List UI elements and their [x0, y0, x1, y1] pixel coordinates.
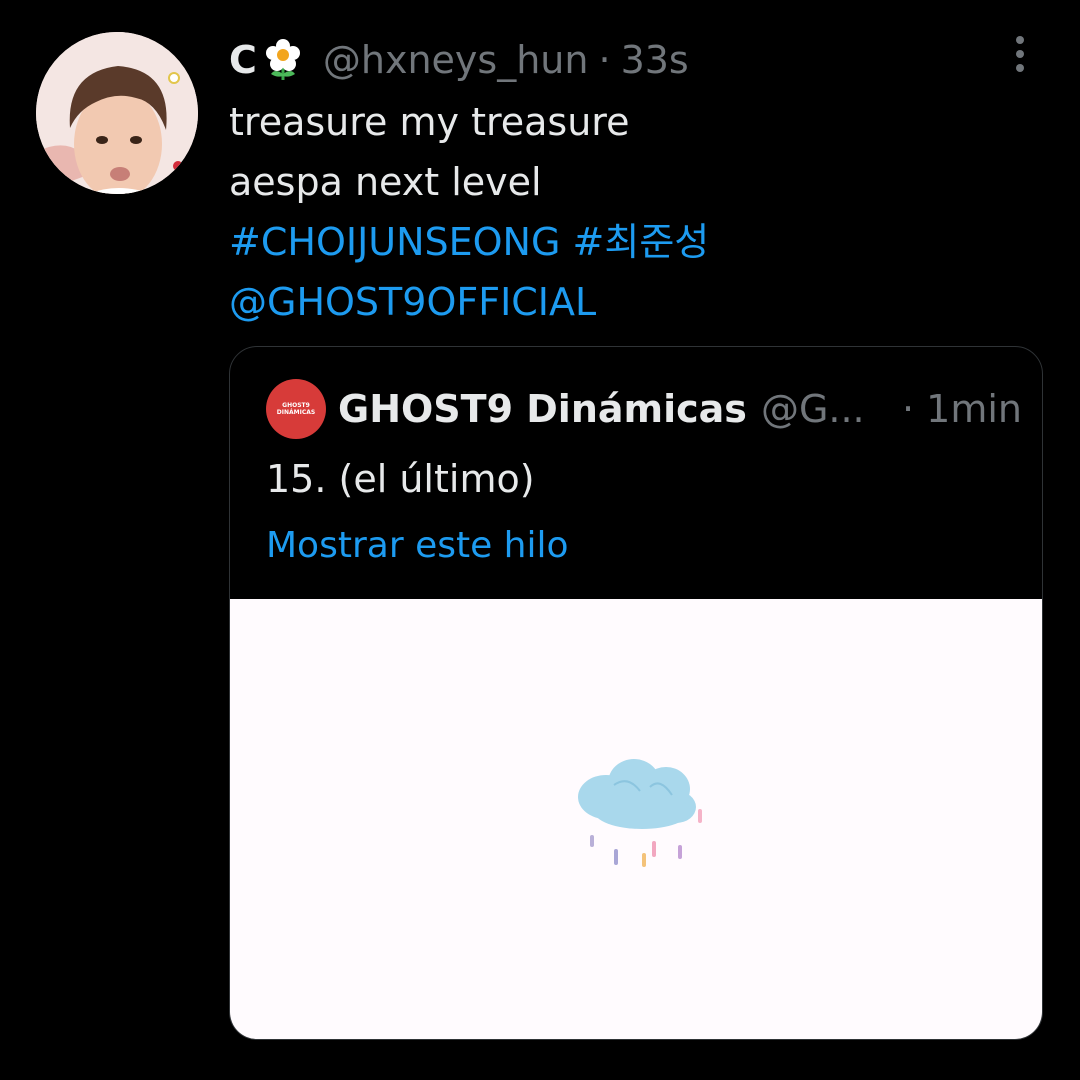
text-line: treasure my treasure [229, 100, 630, 144]
hashtag-link[interactable]: #CHOIJUNSEONG [229, 220, 560, 264]
avatar[interactable] [36, 32, 198, 194]
timestamp[interactable]: 33s [621, 38, 689, 82]
hashtag-link[interactable]: #최준성 [573, 220, 710, 264]
mention-link[interactable]: @GHOST9OFFICIAL [229, 280, 596, 324]
quoted-text: 15. (el último) [266, 457, 535, 501]
tweet-header: C @hxneys_hun · 33s [229, 34, 689, 86]
rain-cloud-icon [578, 759, 702, 867]
tweet[interactable]: C @hxneys_hun · 33s treasure my treasure… [0, 0, 1080, 1080]
quoted-tweet-header: GHOST9 DINÁMICAS GHOST9 Dinámicas @G... … [266, 379, 1022, 439]
flower-icon [263, 38, 303, 82]
quoted-timestamp[interactable]: · 1min [902, 387, 1022, 431]
hashtag-line: #CHOIJUNSEONG #최준성 [229, 212, 709, 272]
quoted-display-name[interactable]: GHOST9 Dinámicas [338, 387, 747, 431]
mention-line: @GHOST9OFFICIAL [229, 272, 709, 332]
separator: · [598, 38, 611, 82]
quoted-tweet[interactable]: GHOST9 DINÁMICAS GHOST9 Dinámicas @G... … [229, 346, 1043, 1040]
display-name[interactable]: C [229, 38, 257, 82]
logo-text: DINÁMICAS [276, 409, 316, 416]
quoted-avatar[interactable]: GHOST9 DINÁMICAS [266, 379, 326, 439]
show-thread-link[interactable]: Mostrar este hilo [266, 525, 569, 566]
text-line: aespa next level [229, 160, 542, 204]
quoted-handle[interactable]: @G... [761, 387, 865, 431]
user-handle[interactable]: @hxneys_hun [323, 38, 589, 82]
quoted-media[interactable] [230, 599, 1042, 1039]
tweet-text: treasure my treasure aespa next level #C… [229, 92, 709, 332]
more-vertical-icon[interactable] [1004, 34, 1036, 74]
logo-text: GHOST9 [282, 402, 310, 409]
